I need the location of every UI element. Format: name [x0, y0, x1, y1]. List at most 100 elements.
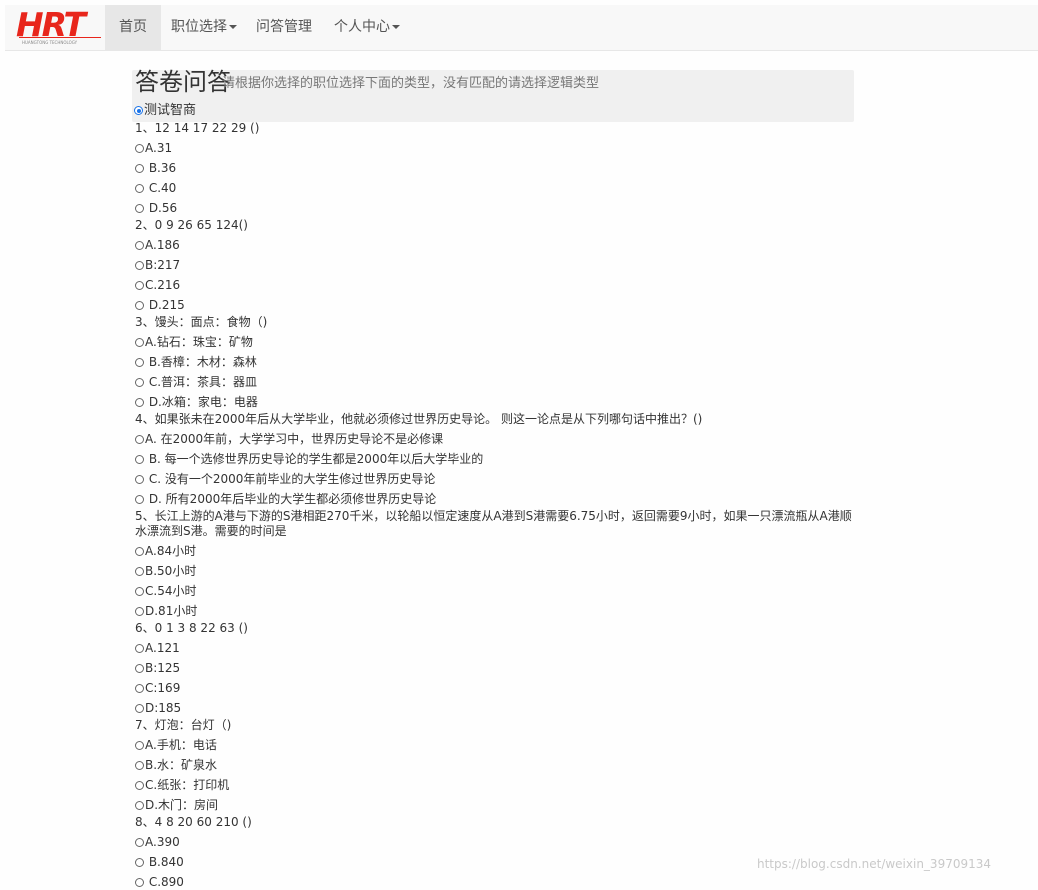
answer-option[interactable]: C.普洱：茶具：器皿	[135, 374, 859, 390]
radio-icon[interactable]	[135, 435, 144, 444]
answer-option[interactable]: B. 每一个选修世界历史导论的学生都是2000年以后大学毕业的	[135, 451, 859, 467]
question-text: 3、馒头：面点：食物（)	[135, 315, 268, 329]
radio-icon[interactable]	[135, 301, 144, 310]
answer-option[interactable]: B.香樟：木材：森林	[135, 354, 859, 370]
radio-icon[interactable]	[135, 358, 144, 367]
radio-icon[interactable]	[135, 241, 144, 250]
radio-icon[interactable]	[135, 878, 144, 887]
radio-icon[interactable]	[135, 567, 144, 576]
radio-icon[interactable]	[135, 204, 144, 213]
answer-option[interactable]: D.冰箱：家电：电器	[135, 394, 859, 410]
answer-option[interactable]: B.840	[135, 854, 859, 870]
category-radio[interactable]: 测试智商	[134, 103, 196, 119]
radio-icon[interactable]	[135, 398, 144, 407]
answer-option-label: B. 每一个选修世界历史导论的学生都是2000年以后大学毕业的	[145, 452, 484, 466]
radio-icon[interactable]	[135, 587, 144, 596]
radio-icon[interactable]	[135, 455, 144, 464]
answer-option-label: A.186	[145, 238, 180, 252]
category-label: 测试智商	[144, 103, 197, 118]
radio-icon[interactable]	[135, 684, 144, 693]
answer-option[interactable]: C.216	[135, 277, 859, 293]
radio-icon[interactable]	[135, 801, 144, 810]
answer-option[interactable]: D. 所有2000年后毕业的大学生都必须修世界历史导论	[135, 491, 859, 507]
answer-option-label: B.840	[145, 855, 184, 869]
answer-option[interactable]: B:125	[135, 660, 859, 676]
answer-option-label: C:169	[145, 681, 181, 695]
answer-option[interactable]: A.186	[135, 237, 859, 253]
nav-home-label: 首页	[119, 19, 147, 35]
radio-icon[interactable]	[135, 781, 144, 790]
radio-icon[interactable]	[135, 547, 144, 556]
brand-logo[interactable]: HRT HUANGTONG TECHNOLOGY	[16, 5, 103, 47]
answer-option[interactable]: A.手机：电话	[135, 737, 859, 753]
radio-icon[interactable]	[135, 495, 144, 504]
radio-icon[interactable]	[135, 184, 144, 193]
answer-option-label: D.木门：房间	[145, 798, 219, 812]
nav-qa-management[interactable]: 问答管理	[242, 5, 326, 51]
answer-option-label: B.36	[145, 161, 177, 175]
radio-icon[interactable]	[135, 378, 144, 387]
answer-option[interactable]: A.84小时	[135, 543, 859, 559]
answer-option-label: A.钻石：珠宝：矿物	[145, 335, 253, 349]
answer-option[interactable]: C. 没有一个2000年前毕业的大学生修过世界历史导论	[135, 471, 859, 487]
radio-icon[interactable]	[135, 607, 144, 616]
answer-option[interactable]: D.木门：房间	[135, 797, 859, 813]
answer-option[interactable]: C.40	[135, 180, 859, 196]
answer-option[interactable]: D:185	[135, 700, 859, 716]
answer-option[interactable]: D.215	[135, 297, 859, 313]
question-text: 2、0 9 26 65 124()	[135, 218, 248, 232]
answer-option[interactable]: A.31	[135, 140, 859, 156]
answer-option-label: B.水：矿泉水	[145, 758, 218, 772]
answer-option[interactable]: B.50小时	[135, 563, 859, 579]
answer-option-label: B:217	[145, 258, 181, 272]
answer-option[interactable]: C.890	[135, 874, 859, 890]
radio-checked-icon[interactable]	[134, 106, 143, 115]
radio-icon[interactable]	[135, 644, 144, 653]
radio-icon[interactable]	[135, 838, 144, 847]
radio-icon[interactable]	[135, 338, 144, 347]
answer-option-label: A.84小时	[145, 544, 197, 558]
question-text: 7、灯泡：台灯（)	[135, 718, 232, 732]
page-subtitle: 请根据你选择的职位选择下面的类型，没有匹配的请选择逻辑类型	[222, 76, 600, 91]
answer-option[interactable]: D.56	[135, 200, 859, 216]
radio-icon[interactable]	[135, 741, 144, 750]
nav-personal-center[interactable]: 个人中心	[320, 5, 414, 51]
radio-icon[interactable]	[135, 858, 144, 867]
answer-option-label: D.56	[145, 201, 178, 215]
radio-icon[interactable]	[135, 704, 144, 713]
nav-position-select-label: 职位选择	[171, 19, 227, 35]
answer-option-label: C.纸张：打印机	[145, 778, 230, 792]
nav-personal-center-label: 个人中心	[334, 19, 390, 35]
answer-option[interactable]: C:169	[135, 680, 859, 696]
radio-icon[interactable]	[135, 664, 144, 673]
answer-option-label: C.890	[145, 875, 184, 889]
answer-option[interactable]: A.钻石：珠宝：矿物	[135, 334, 859, 350]
answer-option[interactable]: C.54小时	[135, 583, 859, 599]
nav-position-select[interactable]: 职位选择	[157, 5, 251, 51]
answer-option-label: A. 在2000年前，大学学习中，世界历史导论不是必修课	[145, 432, 444, 446]
radio-icon[interactable]	[135, 261, 144, 270]
answer-option[interactable]: A. 在2000年前，大学学习中，世界历史导论不是必修课	[135, 431, 859, 447]
svg-text:HRT: HRT	[16, 7, 89, 44]
radio-icon[interactable]	[135, 144, 144, 153]
question-text: 1、12 14 17 22 29 ()	[135, 121, 260, 135]
caret-down-icon	[229, 25, 237, 29]
answer-option-label: A.121	[145, 641, 180, 655]
answer-option[interactable]: B.水：矿泉水	[135, 757, 859, 773]
answer-option[interactable]: C.纸张：打印机	[135, 777, 859, 793]
radio-icon[interactable]	[135, 761, 144, 770]
answer-option[interactable]: A.121	[135, 640, 859, 656]
answer-option[interactable]: A.390	[135, 834, 859, 850]
answer-option[interactable]: B:217	[135, 257, 859, 273]
answer-option[interactable]: D.81小时	[135, 603, 859, 619]
answer-option-label: C.40	[145, 181, 177, 195]
answer-option-label: C.54小时	[145, 584, 197, 598]
answer-option-label: B:125	[145, 661, 181, 675]
answer-option-label: D. 所有2000年后毕业的大学生都必须修世界历史导论	[145, 492, 437, 506]
answer-option[interactable]: B.36	[135, 160, 859, 176]
nav-home[interactable]: 首页	[105, 5, 161, 51]
question-text: 6、0 1 3 8 22 63 ()	[135, 621, 248, 635]
radio-icon[interactable]	[135, 164, 144, 173]
radio-icon[interactable]	[135, 281, 144, 290]
radio-icon[interactable]	[135, 475, 144, 484]
